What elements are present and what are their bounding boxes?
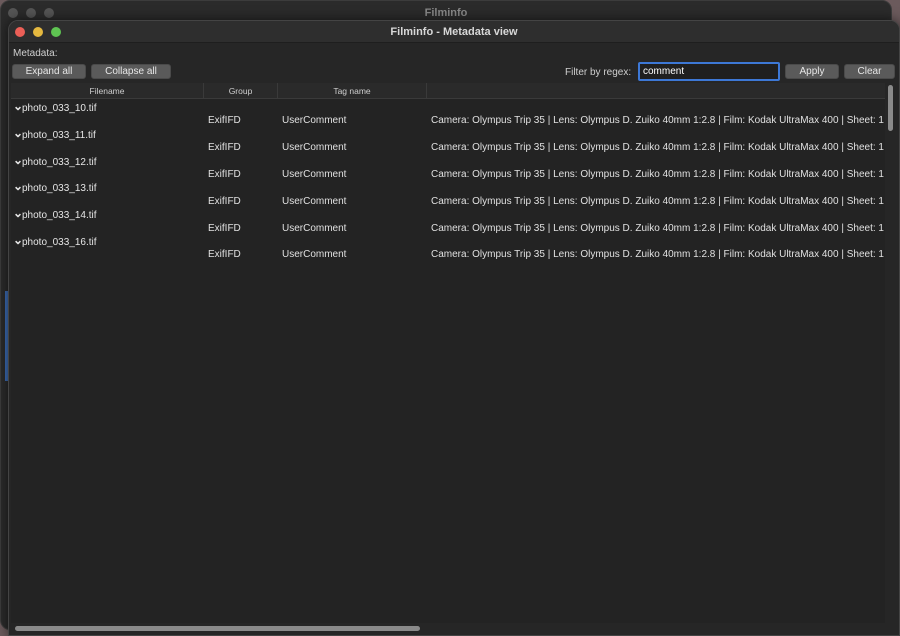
metadata-row[interactable]: ExifIFD UserComment Camera: Olympus Trip 3… [11, 115, 885, 128]
group-cell: ExifIFD [208, 222, 241, 234]
metadata-label: Metadata: [13, 48, 58, 59]
column-header-filename[interactable]: Filename [11, 83, 204, 98]
background-maximize-button[interactable] [44, 8, 54, 18]
file-name: photo_033_12.tif [22, 156, 97, 168]
column-header-tag-name[interactable]: Tag name [278, 83, 427, 98]
group-cell: ExifIFD [208, 115, 241, 127]
close-button[interactable] [15, 27, 25, 37]
value-cell: Camera: Olympus Trip 35 | Lens: Olympus … [431, 115, 884, 127]
vertical-scrollbar[interactable] [885, 83, 895, 623]
column-header-group[interactable]: Group [204, 83, 278, 98]
file-name: photo_033_13.tif [22, 183, 97, 195]
clear-button[interactable]: Clear [844, 64, 895, 79]
table-rows: ⌄ photo_033_10.tif ExifIFD UserComment Camer… [11, 99, 885, 263]
expand-all-button[interactable]: Expand all [12, 64, 86, 79]
window-titlebar: Filminfo - Metadata view [9, 21, 899, 43]
tag-name-cell: UserComment [282, 115, 347, 127]
value-cell: Camera: Olympus Trip 35 | Lens: Olympus … [431, 195, 884, 207]
filter-label: Filter by regex: [565, 67, 632, 78]
tag-name-cell: UserComment [282, 142, 347, 154]
file-name: photo_033_14.tif [22, 210, 97, 222]
horizontal-scrollbar-thumb[interactable] [15, 626, 420, 631]
value-cell: Camera: Olympus Trip 35 | Lens: Olympus … [431, 142, 884, 154]
file-row[interactable]: ⌄ photo_033_12.tif [11, 153, 885, 169]
filter-regex-input[interactable] [638, 62, 780, 81]
file-row[interactable]: ⌄ photo_033_13.tif [11, 179, 885, 195]
tag-name-cell: UserComment [282, 195, 347, 207]
window-controls [15, 27, 61, 37]
value-cell: Camera: Olympus Trip 35 | Lens: Olympus … [431, 168, 884, 180]
group-cell: ExifIFD [208, 142, 241, 154]
group-cell: ExifIFD [208, 195, 241, 207]
metadata-row[interactable]: ExifIFD UserComment Camera: Olympus Trip 3… [11, 169, 885, 182]
horizontal-scrollbar[interactable] [11, 623, 885, 633]
column-header-value[interactable] [427, 83, 885, 98]
value-cell: Camera: Olympus Trip 35 | Lens: Olympus … [431, 222, 884, 234]
group-cell: ExifIFD [208, 249, 241, 261]
file-row[interactable]: ⌄ photo_033_10.tif [11, 99, 885, 115]
background-window-title: Filminfo [424, 7, 468, 19]
metadata-window: Filminfo - Metadata view Metadata: Expan… [8, 20, 900, 636]
tag-name-cell: UserComment [282, 168, 347, 180]
window-title: Filminfo - Metadata view [390, 25, 518, 38]
tag-name-cell: UserComment [282, 222, 347, 234]
group-cell: ExifIFD [208, 168, 241, 180]
file-row[interactable]: ⌄ photo_033_16.tif [11, 233, 885, 249]
apply-button[interactable]: Apply [785, 64, 839, 79]
metadata-table: Filename Group Tag name ⌄ photo_033_10.ti… [11, 83, 885, 623]
file-name: photo_033_10.tif [22, 103, 97, 114]
background-window-controls [8, 8, 54, 18]
vertical-scrollbar-thumb[interactable] [888, 85, 893, 131]
maximize-button[interactable] [51, 27, 61, 37]
file-row[interactable]: ⌄ photo_033_11.tif [11, 126, 885, 142]
table-header: Filename Group Tag name [11, 83, 885, 99]
value-cell: Camera: Olympus Trip 35 | Lens: Olympus … [431, 249, 884, 261]
background-close-button[interactable] [8, 8, 18, 18]
metadata-row[interactable]: ExifIFD UserComment Camera: Olympus Trip 3… [11, 196, 885, 209]
minimize-button[interactable] [33, 27, 43, 37]
background-minimize-button[interactable] [26, 8, 36, 18]
collapse-all-button[interactable]: Collapse all [91, 64, 171, 79]
metadata-row[interactable]: ExifIFD UserComment Camera: Olympus Trip 3… [11, 223, 885, 236]
file-name: photo_033_16.tif [22, 236, 97, 248]
metadata-row[interactable]: ExifIFD UserComment Camera: Olympus Trip 3… [11, 249, 885, 262]
file-row[interactable]: ⌄ photo_033_14.tif [11, 206, 885, 222]
metadata-row[interactable]: ExifIFD UserComment Camera: Olympus Trip 3… [11, 142, 885, 155]
file-name: photo_033_11.tif [22, 129, 96, 141]
tag-name-cell: UserComment [282, 249, 347, 261]
